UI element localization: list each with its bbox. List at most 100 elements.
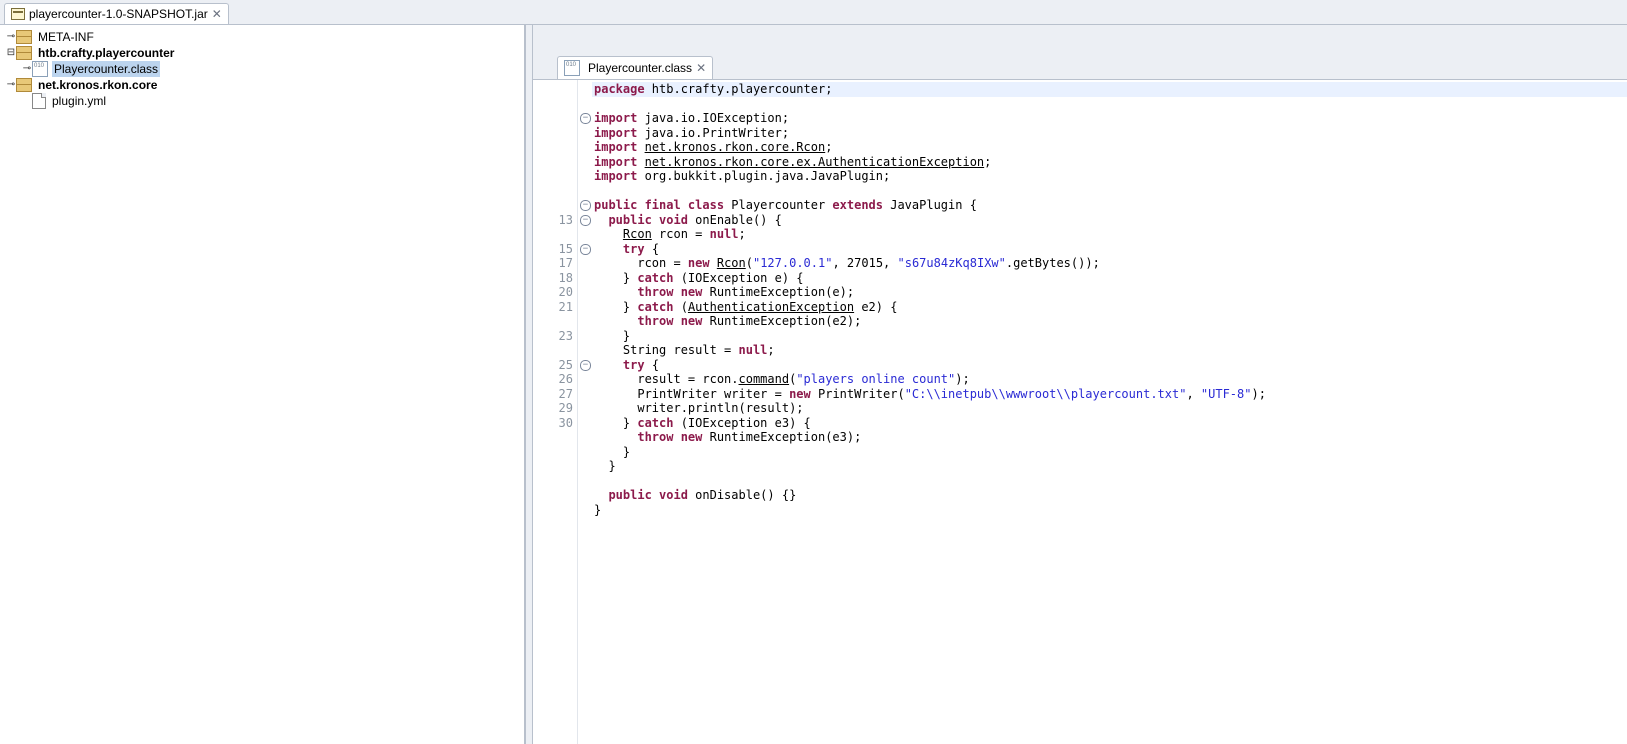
line-number: 30 xyxy=(533,416,573,431)
tree-label: net.kronos.rkon.core xyxy=(36,77,159,93)
workbench-body: ⊸ META-INF ⊟ htb.crafty.playercounter ⊸ … xyxy=(0,25,1627,744)
editor-tab-label: Playercounter.class xyxy=(588,61,692,75)
editor-area: Playercounter.class ✕ 131517182021232526… xyxy=(533,25,1627,744)
line-number-ruler: 131517182021232526272930 xyxy=(533,80,578,744)
line-number: 21 xyxy=(533,300,573,315)
code-line[interactable]: } xyxy=(592,329,1627,344)
line-number xyxy=(533,155,573,170)
line-number: 26 xyxy=(533,372,573,387)
class-file-icon xyxy=(564,60,580,76)
code-line[interactable]: public void onEnable() { xyxy=(592,213,1627,228)
line-number xyxy=(533,343,573,358)
editor-tab-playercounter[interactable]: Playercounter.class ✕ xyxy=(557,56,713,79)
view-tab-label: playercounter-1.0-SNAPSHOT.jar xyxy=(29,7,208,21)
package-explorer[interactable]: ⊸ META-INF ⊟ htb.crafty.playercounter ⊸ … xyxy=(0,25,525,744)
code-area[interactable]: package htb.crafty.playercounter; import … xyxy=(592,80,1627,744)
code-line[interactable]: } xyxy=(592,445,1627,460)
code-line[interactable]: try { xyxy=(592,358,1627,373)
code-line[interactable]: } xyxy=(592,503,1627,518)
code-line[interactable]: } catch (IOException e3) { xyxy=(592,416,1627,431)
expand-icon[interactable]: ⊸ xyxy=(6,29,16,45)
sash-vertical[interactable] xyxy=(525,25,533,744)
tree-label: Playercounter.class xyxy=(52,61,160,77)
code-line[interactable]: import java.io.IOException; xyxy=(592,111,1627,126)
code-line[interactable]: writer.println(result); xyxy=(592,401,1627,416)
code-line[interactable] xyxy=(592,97,1627,112)
code-line[interactable]: public void onDisable() {} xyxy=(592,488,1627,503)
tree-label: htb.crafty.playercounter xyxy=(36,45,176,61)
code-line[interactable]: result = rcon.command("players online co… xyxy=(592,372,1627,387)
fold-toggle-icon[interactable]: − xyxy=(580,113,591,124)
class-file-icon xyxy=(32,61,48,77)
line-number: 15 xyxy=(533,242,573,257)
code-line[interactable]: Rcon rcon = null; xyxy=(592,227,1627,242)
code-line[interactable]: PrintWriter writer = new PrintWriter("C:… xyxy=(592,387,1627,402)
tree-label: META-INF xyxy=(36,29,96,45)
line-number: 18 xyxy=(533,271,573,286)
line-number: 27 xyxy=(533,387,573,402)
tree-label: plugin.yml xyxy=(50,93,108,109)
line-number xyxy=(533,198,573,213)
line-number xyxy=(533,503,573,518)
fold-toggle-icon[interactable]: − xyxy=(580,244,591,255)
line-number xyxy=(533,430,573,445)
code-line[interactable]: } catch (AuthenticationException e2) { xyxy=(592,300,1627,315)
code-line[interactable]: String result = null; xyxy=(592,343,1627,358)
line-number xyxy=(533,227,573,242)
code-line[interactable] xyxy=(592,474,1627,489)
code-line[interactable]: package htb.crafty.playercounter; xyxy=(592,82,1627,97)
code-line[interactable]: throw new RuntimeException(e); xyxy=(592,285,1627,300)
code-line[interactable]: import java.io.PrintWriter; xyxy=(592,126,1627,141)
code-line[interactable]: import net.kronos.rkon.core.Rcon; xyxy=(592,140,1627,155)
tree-node-pkg-playercounter[interactable]: ⊟ htb.crafty.playercounter xyxy=(0,45,524,61)
line-number xyxy=(533,459,573,474)
editor-tabbar: Playercounter.class ✕ xyxy=(533,55,1627,79)
line-number: 20 xyxy=(533,285,573,300)
line-number: 29 xyxy=(533,401,573,416)
code-line[interactable]: import net.kronos.rkon.core.ex.Authentic… xyxy=(592,155,1627,170)
close-icon[interactable]: ✕ xyxy=(696,61,706,75)
line-number xyxy=(533,169,573,184)
line-number: 13 xyxy=(533,213,573,228)
folding-ruler[interactable]: − − − − − xyxy=(578,80,592,744)
tree-node-class[interactable]: ⊸ Playercounter.class xyxy=(0,61,524,77)
expand-icon[interactable]: ⊸ xyxy=(22,61,32,77)
tree-node-yml[interactable]: plugin.yml xyxy=(0,93,524,109)
line-number: 23 xyxy=(533,329,573,344)
code-line[interactable]: } catch (IOException e) { xyxy=(592,271,1627,286)
package-icon xyxy=(16,46,32,60)
code-line[interactable]: throw new RuntimeException(e2); xyxy=(592,314,1627,329)
view-tab-jar[interactable]: playercounter-1.0-SNAPSHOT.jar ✕ xyxy=(4,3,229,24)
line-number xyxy=(533,126,573,141)
tree-node-meta-inf[interactable]: ⊸ META-INF xyxy=(0,29,524,45)
line-number xyxy=(533,445,573,460)
jar-icon xyxy=(11,8,25,20)
code-line[interactable]: rcon = new Rcon("127.0.0.1", 27015, "s67… xyxy=(592,256,1627,271)
line-number: 17 xyxy=(533,256,573,271)
code-line[interactable]: try { xyxy=(592,242,1627,257)
code-line[interactable] xyxy=(592,184,1627,199)
code-line[interactable]: throw new RuntimeException(e3); xyxy=(592,430,1627,445)
package-icon xyxy=(16,30,32,44)
line-number xyxy=(533,488,573,503)
line-number xyxy=(533,97,573,112)
expand-icon[interactable]: ⊸ xyxy=(6,77,16,93)
line-number xyxy=(533,184,573,199)
fold-toggle-icon[interactable]: − xyxy=(580,200,591,211)
line-number xyxy=(533,140,573,155)
collapse-icon[interactable]: ⊟ xyxy=(6,45,16,61)
close-icon[interactable]: ✕ xyxy=(212,7,222,21)
package-icon xyxy=(16,78,32,92)
code-line[interactable]: } xyxy=(592,459,1627,474)
line-number xyxy=(533,111,573,126)
code-line[interactable]: public final class Playercounter extends… xyxy=(592,198,1627,213)
code-line[interactable]: import org.bukkit.plugin.java.JavaPlugin… xyxy=(592,169,1627,184)
source-editor[interactable]: 131517182021232526272930 −−−−− package h… xyxy=(533,79,1627,744)
file-icon xyxy=(32,93,46,109)
fold-toggle-icon[interactable]: − xyxy=(580,360,591,371)
tree-node-pkg-rkon[interactable]: ⊸ net.kronos.rkon.core xyxy=(0,77,524,93)
line-number xyxy=(533,474,573,489)
fold-toggle-icon[interactable]: − xyxy=(580,215,591,226)
view-tabbar: playercounter-1.0-SNAPSHOT.jar ✕ xyxy=(0,0,1627,25)
line-number xyxy=(533,82,573,97)
